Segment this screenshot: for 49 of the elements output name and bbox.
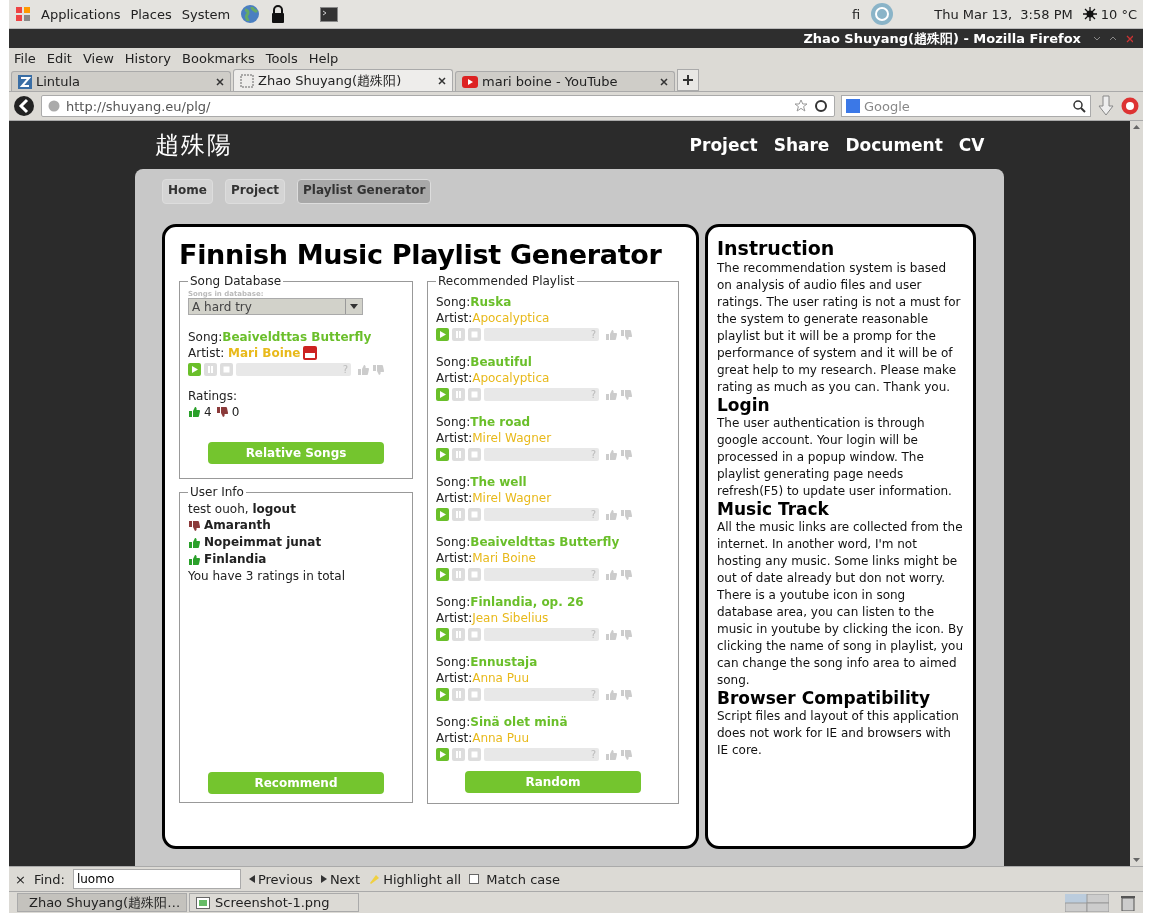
artist-label: Artist: xyxy=(436,551,473,565)
artist-name: Mirel Wagner xyxy=(472,491,552,505)
song-label: Song: xyxy=(436,595,471,609)
artist-name: Apocalyptica xyxy=(472,311,550,325)
song-label: Song: xyxy=(436,475,471,489)
artist-label: Artist: xyxy=(188,345,225,361)
page-title: Finnish Music Playlist Generator xyxy=(179,239,663,270)
section-text: Script files and layout of this application does not work for IE and browsers with IE core. xyxy=(717,708,960,759)
section-heading: Browser Compatibility xyxy=(717,689,931,708)
artist-name: Mirel Wagner xyxy=(472,431,552,445)
section-heading: Instruction xyxy=(717,237,836,260)
song-label: Song: xyxy=(436,715,471,729)
song-label: Song: xyxy=(436,295,471,309)
artist-label: Artist: xyxy=(436,671,473,685)
artist-name: Anna Puu xyxy=(472,731,529,745)
section-text: The recommendation system is based on analysis of audio files and user ratings. The user rating is not a must for the system to generate reasonable playlist but it will be a promp for the performance of system and it will be of great help to my research. Please make rating as much as you can. Thank you. xyxy=(717,260,962,396)
section-heading: Music Track xyxy=(717,500,830,519)
artist-name: Anna Puu xyxy=(472,671,529,685)
artist-label: Artist: xyxy=(436,731,473,745)
section-text: All the music links are collected from the internet. In another word, I'm not hosting any music. Some links might be out of date already but don not worry. There is a youtube icon in song database area, you can listen to the music in youtube by clicking the icon. By clicking the name of song in playlist, you can change the song info area to aimed song. xyxy=(717,519,964,689)
rated-song: Nopeimmat junat xyxy=(204,534,322,551)
artist-name: Mari Boine xyxy=(472,551,536,565)
artist-name: Jean Sibelius xyxy=(472,611,549,625)
song-label: Song: xyxy=(436,355,471,369)
ratings-label: Ratings: xyxy=(188,388,238,404)
panel-legend: User Info xyxy=(188,485,246,499)
song-label: Song: xyxy=(188,330,223,344)
artist-name: Mari Boine xyxy=(228,345,301,361)
artist-label: Artist: xyxy=(436,371,473,385)
panel-legend: Recommended Playlist xyxy=(436,274,577,288)
find-label: Find: xyxy=(33,871,65,887)
like-count: 4 xyxy=(204,404,212,420)
section-text: The user authentication is through google account. Your login will be processed in a popup window. The playlist generating page needs refresh(F5) to update user information. xyxy=(717,415,953,500)
section-heading: Login xyxy=(717,396,771,415)
rated-song: Finlandia xyxy=(204,551,267,568)
ratings-summary: You have 3 ratings in total xyxy=(188,568,346,584)
song-title: Beaiveldttas Butterfly xyxy=(222,330,372,344)
rated-song: Amaranth xyxy=(204,517,271,534)
dislike-count: 0 xyxy=(231,404,240,420)
window-title: Zhao Shuyang(趙殊阳) - Mozilla Firefox xyxy=(803,29,1081,48)
artist-label: Artist: xyxy=(436,491,473,505)
song-label: Song: xyxy=(436,655,471,669)
artist-name: Apocalyptica xyxy=(472,371,550,385)
panel-legend: Song Database xyxy=(188,274,284,288)
user-name: test ouoh, xyxy=(188,502,249,516)
song-label: Song: xyxy=(436,535,471,549)
song-label: Song: xyxy=(436,415,471,429)
artist-label: Artist: xyxy=(436,311,473,325)
artist-label: Artist: xyxy=(436,431,473,445)
